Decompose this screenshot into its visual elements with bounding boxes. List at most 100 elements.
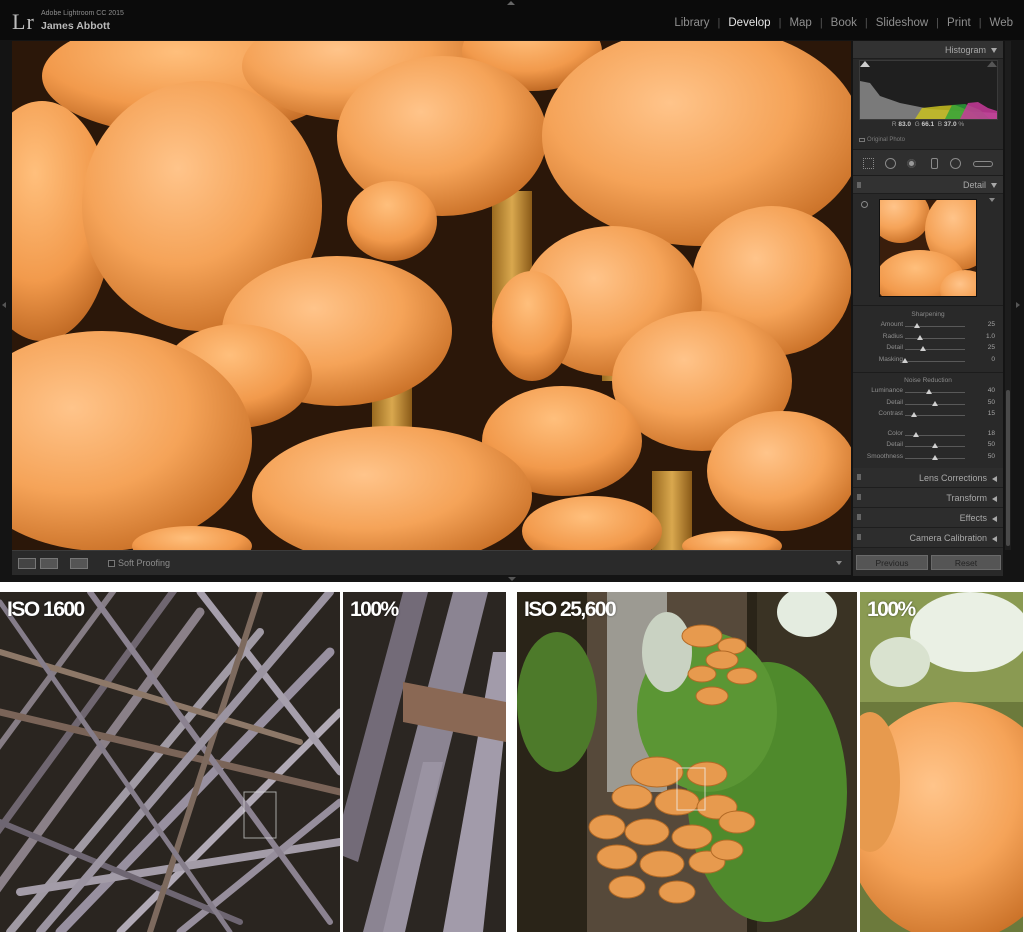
previous-button[interactable]: Previous <box>856 555 928 570</box>
detail-target-icon[interactable] <box>861 201 868 208</box>
effects-header[interactable]: Effects <box>853 508 1003 528</box>
module-picker: Library | Develop | Map | Book | Slideshow | … <box>666 17 1013 29</box>
panel-switch-icon[interactable] <box>857 494 861 500</box>
sharpening-slider-value[interactable]: 1.0 <box>986 333 995 340</box>
radial-filter-icon[interactable] <box>950 158 961 169</box>
noise_reduction-slider-knob[interactable] <box>912 431 919 437</box>
noise_reduction-slider-knob[interactable] <box>926 389 932 394</box>
transform-label: Transform <box>946 493 987 503</box>
module-web[interactable]: Web <box>982 17 1013 29</box>
grass-crop-image <box>343 592 506 932</box>
b-label: B <box>937 121 943 128</box>
module-slideshow[interactable]: Slideshow <box>868 17 936 29</box>
sharpening-slider-row: Detail 25 <box>853 344 1003 355</box>
noise_reduction-slider-value[interactable]: 50 <box>988 441 995 448</box>
noise_reduction-slider-row: Luminance 40 <box>853 387 1003 398</box>
sharpening-slider-track[interactable] <box>905 360 965 362</box>
sharpening-slider-track[interactable] <box>905 349 965 350</box>
detail-header[interactable]: Detail <box>853 176 1003 194</box>
module-map[interactable]: Map <box>781 17 819 29</box>
panel-switch-icon[interactable] <box>857 534 861 540</box>
histogram-header[interactable]: Histogram <box>853 41 1003 59</box>
noise_reduction-slider-value[interactable]: 15 <box>988 410 995 417</box>
camera-calibration-label: Camera Calibration <box>909 533 987 543</box>
sharpening-slider-value[interactable]: 0 <box>991 356 995 363</box>
noise_reduction-slider-label: Smoothness <box>866 452 903 460</box>
bottom-panel-toggle-icon[interactable] <box>508 577 516 581</box>
noise_reduction-slider-label: Detail <box>886 398 903 406</box>
panel-scrollbar-thumb[interactable] <box>1006 390 1010 546</box>
main-photo-canvas[interactable] <box>12 41 851 550</box>
spot-removal-icon[interactable] <box>885 158 896 169</box>
sharpening-slider-row: Amount 25 <box>853 321 1003 332</box>
rgb-readout: R 83.0 G 66.1 B 37.0 % <box>853 121 1003 128</box>
top-panel-toggle-icon[interactable] <box>507 1 515 5</box>
right-panel: Histogram R 83.0 G 66.1 B 37.0 % Origina… <box>853 41 1003 576</box>
left-panel-toggle-icon[interactable] <box>2 302 6 308</box>
sharpening-slider-row: Masking 0 <box>853 356 1003 367</box>
expand-icon <box>992 515 997 522</box>
noise_reduction-slider-track[interactable] <box>905 392 965 393</box>
app-name: Adobe Lightroom CC 2015 <box>41 10 124 17</box>
expand-icon <box>992 535 997 542</box>
camera-calibration-header[interactable]: Camera Calibration <box>853 528 1003 548</box>
sharpening-slider-knob[interactable] <box>920 346 926 351</box>
right-panel-toggle-icon[interactable] <box>1016 302 1020 308</box>
adjustment-brush-icon[interactable] <box>973 161 993 167</box>
sharpening-slider-label: Amount <box>880 321 903 328</box>
before-after-swap-button[interactable] <box>70 558 88 569</box>
noise_reduction-slider-knob[interactable] <box>911 412 917 417</box>
sharpening-slider-knob[interactable] <box>914 323 920 328</box>
crop-100-label-right: 100% <box>867 598 916 621</box>
soft-proofing-checkbox[interactable] <box>108 560 115 567</box>
module-book[interactable]: Book <box>823 17 865 29</box>
before-after-button[interactable] <box>40 558 58 569</box>
sharpening-slider-knob[interactable] <box>917 334 923 340</box>
loupe-view-button[interactable] <box>18 558 36 569</box>
grass-photo-iso-1600: ISO 1600 <box>0 592 340 932</box>
noise_reduction-slider-value[interactable]: 50 <box>988 399 995 406</box>
graduated-filter-icon[interactable] <box>931 158 938 169</box>
r-value: 83.0 <box>898 121 911 128</box>
sharpening-slider-label: Masking <box>878 355 903 363</box>
red-eye-dot-icon <box>907 159 916 168</box>
detail-preview-menu-icon[interactable] <box>989 198 995 202</box>
sharpening-slider-value[interactable]: 25 <box>988 321 995 328</box>
b-value: 37.0 <box>943 121 957 128</box>
panel-switch-icon[interactable] <box>857 182 861 188</box>
frosted-grass-image <box>0 592 340 932</box>
module-print[interactable]: Print <box>939 17 979 29</box>
noise_reduction-slider-knob[interactable] <box>932 454 938 460</box>
crop-100-label-left: 100% <box>350 598 399 621</box>
sharpening-slider-track[interactable] <box>905 337 965 339</box>
noise_reduction-slider-label: Color <box>887 429 903 437</box>
lens-corrections-header[interactable]: Lens Corrections <box>853 468 1003 488</box>
toolbar-menu-icon[interactable] <box>836 561 842 565</box>
collapse-icon <box>991 183 997 189</box>
crop-tool-icon[interactable] <box>863 158 874 169</box>
detail-preview[interactable] <box>879 199 977 297</box>
sharpening-slider-value[interactable]: 25 <box>988 344 995 351</box>
reset-button[interactable]: Reset <box>931 555 1001 570</box>
module-library[interactable]: Library <box>666 17 717 29</box>
module-develop[interactable]: Develop <box>720 17 778 29</box>
sharpening-slider-knob[interactable] <box>902 357 908 363</box>
mushroom-crop-image <box>860 592 1023 932</box>
noise_reduction-slider-value[interactable]: 18 <box>988 430 995 437</box>
panel-switch-icon[interactable] <box>857 474 861 480</box>
top-bar: Lr Adobe Lightroom CC 2015 James Abbott … <box>0 0 1024 40</box>
noise_reduction-slider-knob[interactable] <box>932 443 938 448</box>
noise_reduction-slider-row: Color 18 <box>853 430 1003 441</box>
noise_reduction-slider-knob[interactable] <box>932 400 938 406</box>
panel-switch-icon[interactable] <box>857 514 861 520</box>
sharpening-title: Sharpening <box>911 311 945 318</box>
noise_reduction-slider-row: Contrast 15 <box>853 410 1003 421</box>
lightroom-logo: Lr <box>12 9 35 34</box>
noise_reduction-slider-value[interactable]: 40 <box>988 387 995 394</box>
detail-label: Detail <box>962 180 986 190</box>
expand-icon <box>992 495 997 502</box>
transform-header[interactable]: Transform <box>853 488 1003 508</box>
expand-icon <box>992 475 997 482</box>
original-photo-checkbox[interactable] <box>859 138 865 142</box>
noise_reduction-slider-value[interactable]: 50 <box>988 453 995 460</box>
